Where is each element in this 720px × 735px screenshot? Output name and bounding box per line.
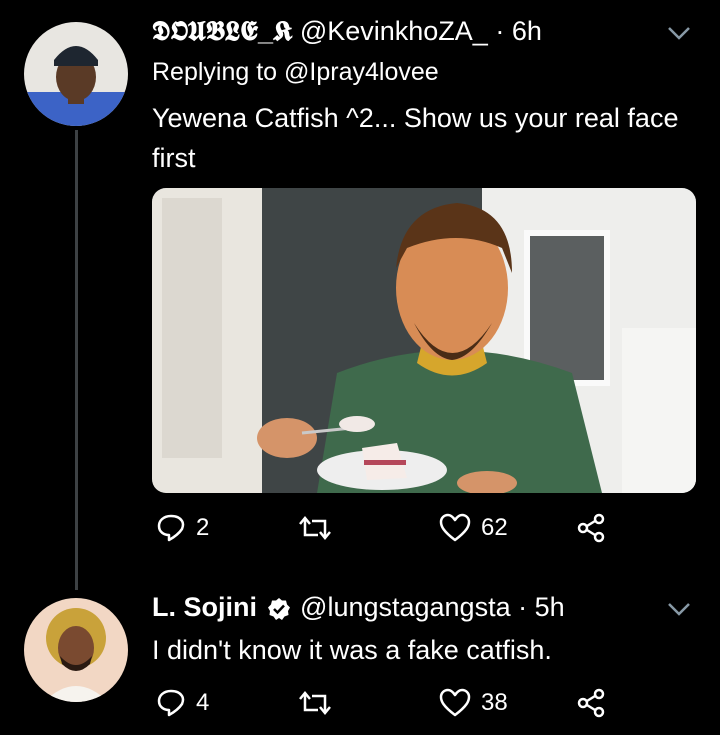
tweet2-like-button[interactable]: 38 xyxy=(439,688,508,718)
tweet2-time[interactable]: 5h xyxy=(535,592,565,622)
tweet1-replying-to: Replying to @Ipray4lovee xyxy=(152,58,439,87)
tweet2-handle[interactable]: @lungstagangsta xyxy=(300,592,511,622)
tweet2-retweet-button[interactable] xyxy=(298,688,332,718)
tweet1-reply-count: 2 xyxy=(196,514,210,541)
tweet2-share-button[interactable] xyxy=(576,688,606,718)
tweet1-header: 𝕯𝕺𝖀𝕭𝕷𝕰_𝕶 @KevinkhoZA_ · 6h xyxy=(152,14,542,48)
share-icon xyxy=(577,513,605,543)
chevron-down-icon[interactable] xyxy=(666,600,692,618)
retweet-icon xyxy=(299,516,331,540)
tweet1-retweet-button[interactable] xyxy=(298,513,332,543)
tweet2-header: L. Sojini @lungstagangsta · 5h xyxy=(152,590,565,624)
tweet2-display-name[interactable]: L. Sojini xyxy=(152,592,257,622)
tweet1-time[interactable]: 6h xyxy=(512,16,542,46)
tweet1-handle[interactable]: @KevinkhoZA_ xyxy=(300,16,488,46)
retweet-icon xyxy=(299,691,331,715)
tweet1-actions: 2 62 xyxy=(152,513,632,557)
tweet2-actions: 4 38 xyxy=(152,688,632,732)
tweet1-reply-button[interactable]: 2 xyxy=(156,513,209,543)
tweet1-like-count: 62 xyxy=(481,514,508,541)
tweet1-text: Yewena Catfish ^2... Show us your real f… xyxy=(152,103,679,173)
chevron-down-icon[interactable] xyxy=(666,24,692,42)
avatar-lungstagangsta[interactable] xyxy=(24,598,128,702)
reply-icon xyxy=(157,689,185,717)
thread-connector-line xyxy=(75,130,78,590)
reply-icon xyxy=(157,514,185,542)
tweet1-like-button[interactable]: 62 xyxy=(439,513,508,543)
replying-prefix: Replying to xyxy=(152,58,278,86)
tweet2-like-count: 38 xyxy=(481,689,508,716)
tweet2-separator: · xyxy=(518,592,528,622)
tweet1-separator: · xyxy=(495,16,505,46)
like-icon xyxy=(439,688,471,717)
tweet2-reply-button[interactable]: 4 xyxy=(156,688,209,718)
share-icon xyxy=(577,688,605,718)
tweet1-media-image[interactable] xyxy=(152,188,696,493)
like-icon xyxy=(439,513,471,542)
tweet1-share-button[interactable] xyxy=(576,513,606,543)
avatar-kevinkhoza[interactable] xyxy=(24,22,128,126)
verified-badge-icon xyxy=(267,597,290,620)
tweet1-display-name[interactable]: 𝕯𝕺𝖀𝕭𝕷𝕰_𝕶 xyxy=(152,16,292,46)
tweet2-reply-count: 4 xyxy=(196,689,210,716)
replying-to-handle[interactable]: @Ipray4lovee xyxy=(284,58,439,86)
tweet2-text: I didn't know it was a fake catfish. xyxy=(152,635,552,665)
